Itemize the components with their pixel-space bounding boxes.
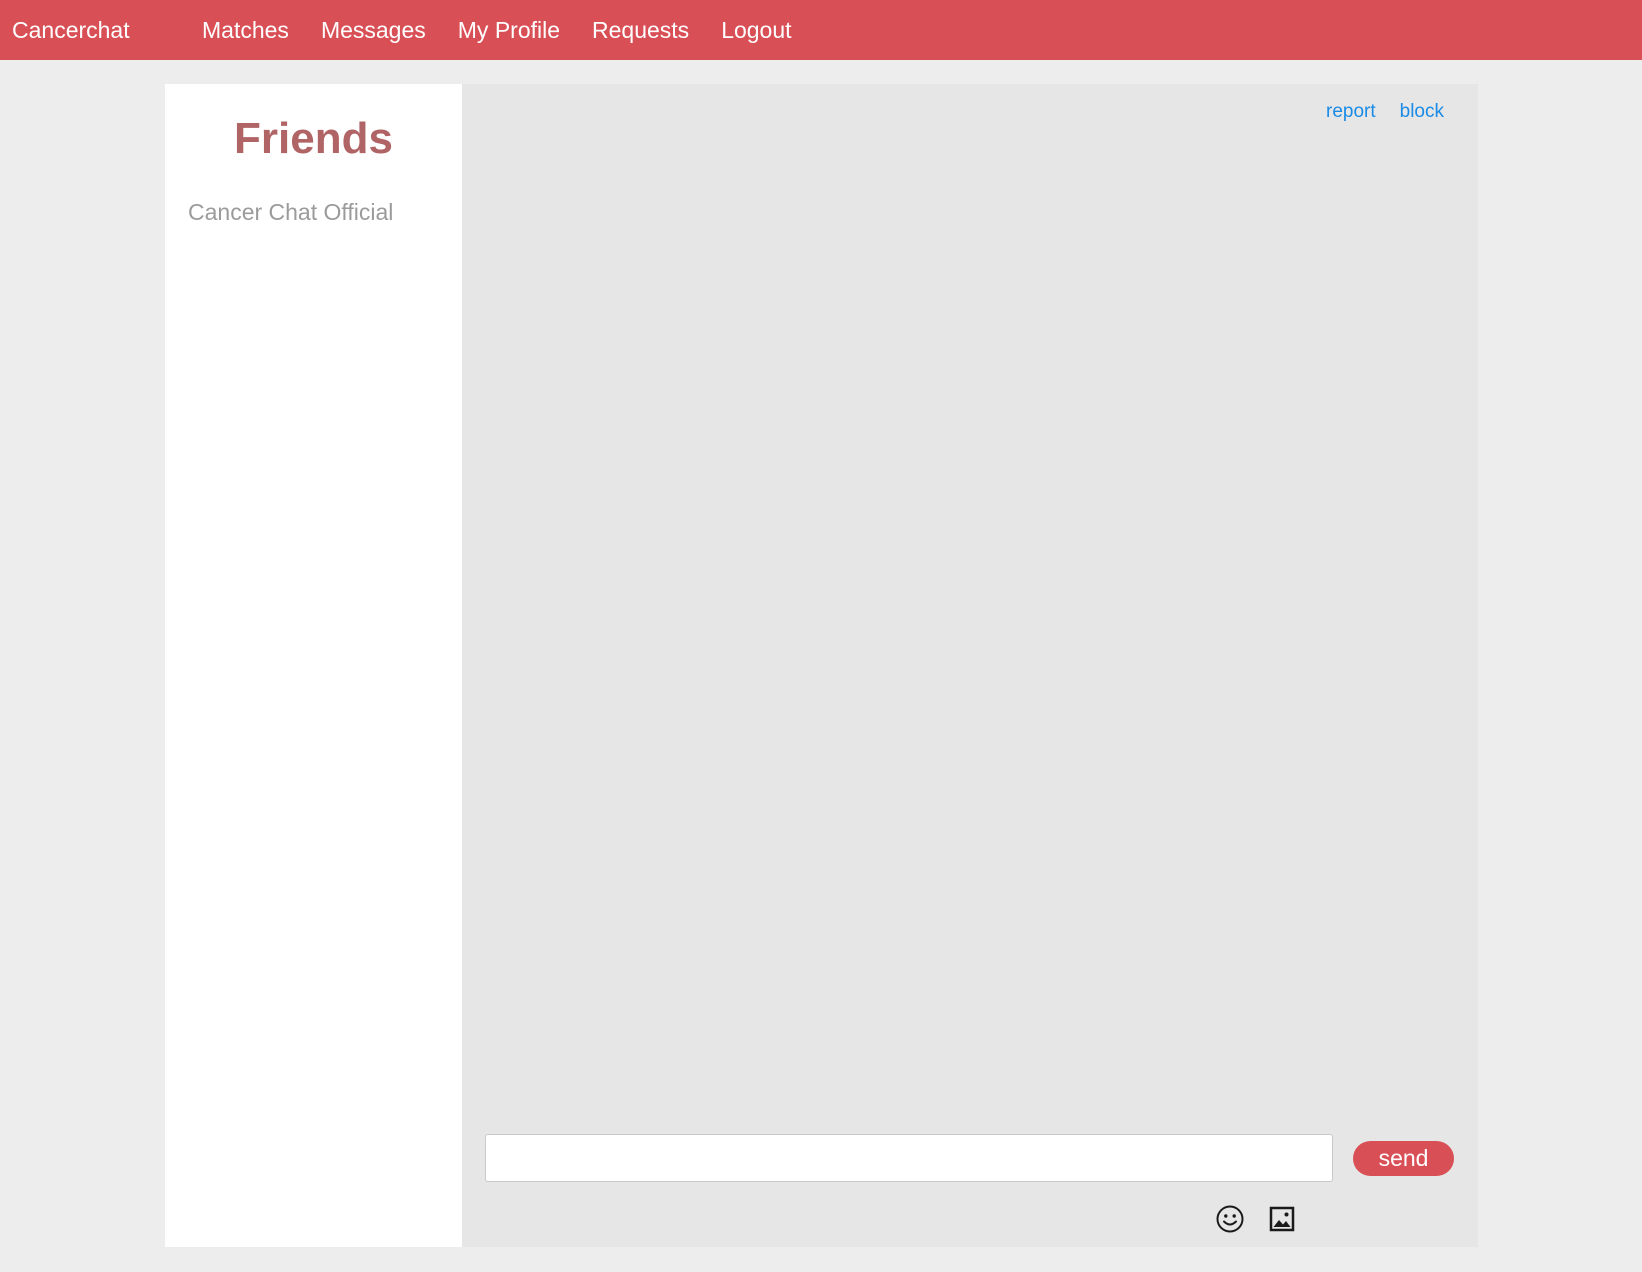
friends-sidebar: Friends Cancer Chat Official [165, 84, 462, 1247]
message-input[interactable] [485, 1134, 1333, 1182]
friends-title: Friends [234, 114, 393, 163]
report-link[interactable]: report [1326, 101, 1376, 123]
nav-links: Matches Messages My Profile Requests Log… [202, 0, 824, 60]
top-navbar: Cancerchat Matches Messages My Profile R… [0, 0, 1642, 60]
block-link[interactable]: block [1400, 101, 1444, 123]
chat-panel: report block send [462, 84, 1478, 1247]
brand-link[interactable]: Cancerchat [12, 0, 130, 60]
smiley-icon[interactable] [1215, 1204, 1245, 1234]
image-icon[interactable] [1267, 1204, 1297, 1234]
nav-link-my-profile[interactable]: My Profile [458, 17, 560, 44]
nav-link-messages[interactable]: Messages [321, 17, 426, 44]
friend-list: Cancer Chat Official [188, 199, 393, 226]
nav-link-matches[interactable]: Matches [202, 17, 289, 44]
nav-link-requests[interactable]: Requests [592, 17, 689, 44]
friend-item[interactable]: Cancer Chat Official [188, 199, 393, 226]
chat-actions: report block [1302, 101, 1444, 123]
nav-link-logout[interactable]: Logout [721, 17, 791, 44]
send-button[interactable]: send [1353, 1141, 1454, 1176]
